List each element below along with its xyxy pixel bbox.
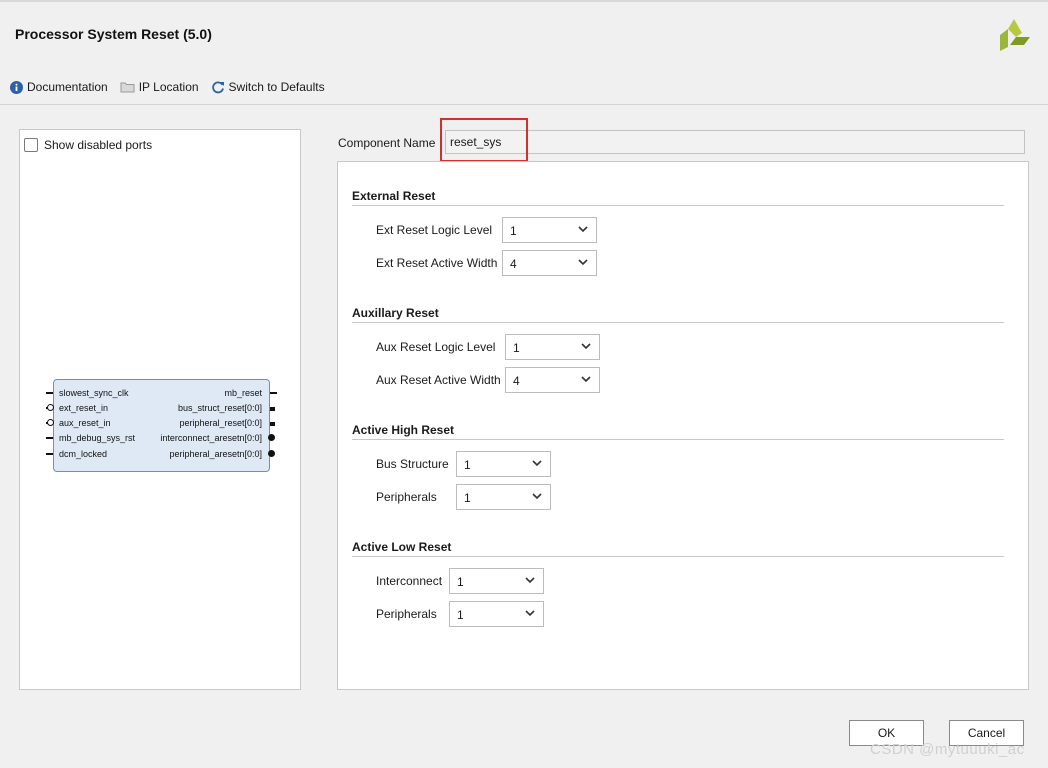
section-title-auxillary-reset: Auxillary Reset [352, 306, 439, 320]
select-value: 4 [510, 257, 517, 271]
section-divider [352, 556, 1004, 557]
component-name-label: Component Name [338, 136, 436, 150]
chevron-down-icon [532, 460, 542, 467]
active-high-peripherals-label: Peripherals [376, 490, 437, 504]
toolbar: Documentation IP Location Switch to Defa… [10, 78, 337, 96]
switch-to-defaults-button[interactable]: Switch to Defaults [211, 80, 325, 94]
section-divider [352, 322, 1004, 323]
header-divider [0, 104, 1048, 105]
chevron-down-icon [578, 226, 588, 233]
watermark: CSDN @mytuuuki_ac [870, 741, 1025, 758]
select-value: 1 [510, 224, 517, 238]
show-disabled-ports-label: Show disabled ports [44, 138, 153, 152]
port-bus-struct-reset: bus_struct_reset[0:0] [177, 403, 262, 413]
inverted-port-icon [47, 404, 54, 411]
chevron-down-icon [525, 610, 535, 617]
pin-peripheral-reset [270, 422, 275, 426]
info-icon [10, 80, 23, 94]
select-value: 1 [457, 608, 464, 622]
section-title-external-reset: External Reset [352, 189, 436, 203]
select-value: 1 [457, 575, 464, 589]
port-dcm-locked: dcm_locked [59, 449, 108, 459]
ip-location-label: IP Location [138, 80, 199, 94]
section-divider [352, 205, 1004, 206]
show-disabled-ports-toggle[interactable]: Show disabled ports [24, 138, 152, 152]
chevron-down-icon [532, 493, 542, 500]
folder-icon [120, 82, 135, 93]
pin-dcm-locked [46, 453, 53, 455]
interconnect-select[interactable]: 1 [449, 568, 544, 594]
ext-reset-logic-level-label: Ext Reset Logic Level [376, 223, 493, 237]
pin-mb-reset [270, 392, 277, 394]
aux-reset-logic-level-select[interactable]: 1 [505, 334, 600, 360]
refresh-icon [211, 81, 224, 94]
chevron-down-icon [578, 259, 588, 266]
section-divider [352, 439, 1004, 440]
symbol-panel: Show disabled ports slowest_sync_clk ext… [19, 129, 301, 690]
documentation-menu[interactable]: Documentation [10, 80, 108, 94]
show-disabled-ports-checkbox[interactable] [24, 138, 38, 152]
section-title-active-low-reset: Active Low Reset [352, 540, 452, 554]
port-aux-reset-in: aux_reset_in [59, 418, 111, 428]
select-value: 1 [513, 341, 520, 355]
section-title-active-high-reset: Active High Reset [352, 423, 455, 437]
aux-reset-active-width-select[interactable]: 4 [505, 367, 600, 393]
port-ext-reset-in: ext_reset_in [59, 403, 109, 413]
chevron-down-icon [581, 343, 591, 350]
port-mb-reset: mb_reset [224, 388, 262, 398]
bus-structure-label: Bus Structure [376, 457, 449, 471]
highlight-box [440, 118, 528, 162]
aux-reset-logic-level-label: Aux Reset Logic Level [376, 340, 496, 354]
port-slowest-sync-clk: slowest_sync_clk [59, 388, 129, 398]
bus-structure-select[interactable]: 1 [456, 451, 551, 477]
component-name-field[interactable]: reset_sys [445, 130, 1025, 154]
active-low-port-icon [268, 450, 275, 457]
aux-reset-active-width-label: Aux Reset Active Width [376, 373, 501, 387]
pin-slowest-sync-clk [46, 392, 53, 394]
active-low-peripherals-label: Peripherals [376, 607, 437, 621]
configuration-panel: External Reset Ext Reset Logic Level 1 E… [337, 161, 1029, 690]
ext-reset-logic-level-select[interactable]: 1 [502, 217, 597, 243]
documentation-label: Documentation [27, 80, 108, 94]
pin-bus-struct-reset [270, 407, 275, 411]
chevron-down-icon [581, 376, 591, 383]
inverted-port-icon [47, 419, 54, 426]
ip-location-button[interactable]: IP Location [120, 80, 199, 94]
port-peripheral-reset: peripheral_reset[0:0] [179, 418, 262, 428]
ext-reset-active-width-label: Ext Reset Active Width [376, 256, 498, 270]
port-mb-debug-sys-rst: mb_debug_sys_rst [59, 433, 136, 443]
active-low-peripherals-select[interactable]: 1 [449, 601, 544, 627]
ext-reset-active-width-select[interactable]: 4 [502, 250, 597, 276]
port-interconnect-aresetn: interconnect_aresetn[0:0] [160, 433, 262, 443]
active-low-port-icon [268, 434, 275, 441]
port-peripheral-aresetn: peripheral_aresetn[0:0] [169, 449, 262, 459]
chevron-down-icon [525, 577, 535, 584]
dialog-title: Processor System Reset (5.0) [15, 26, 212, 42]
top-border [0, 0, 1048, 2]
select-value: 1 [464, 458, 471, 472]
interconnect-label: Interconnect [376, 574, 443, 588]
select-value: 1 [464, 491, 471, 505]
switch-to-defaults-label: Switch to Defaults [228, 80, 325, 94]
ip-block-symbol: slowest_sync_clk ext_reset_in aux_reset_… [46, 379, 277, 472]
select-value: 4 [513, 374, 520, 388]
xilinx-logo-icon [1000, 19, 1030, 51]
active-high-peripherals-select[interactable]: 1 [456, 484, 551, 510]
pin-mb-debug-sys-rst [46, 437, 53, 439]
